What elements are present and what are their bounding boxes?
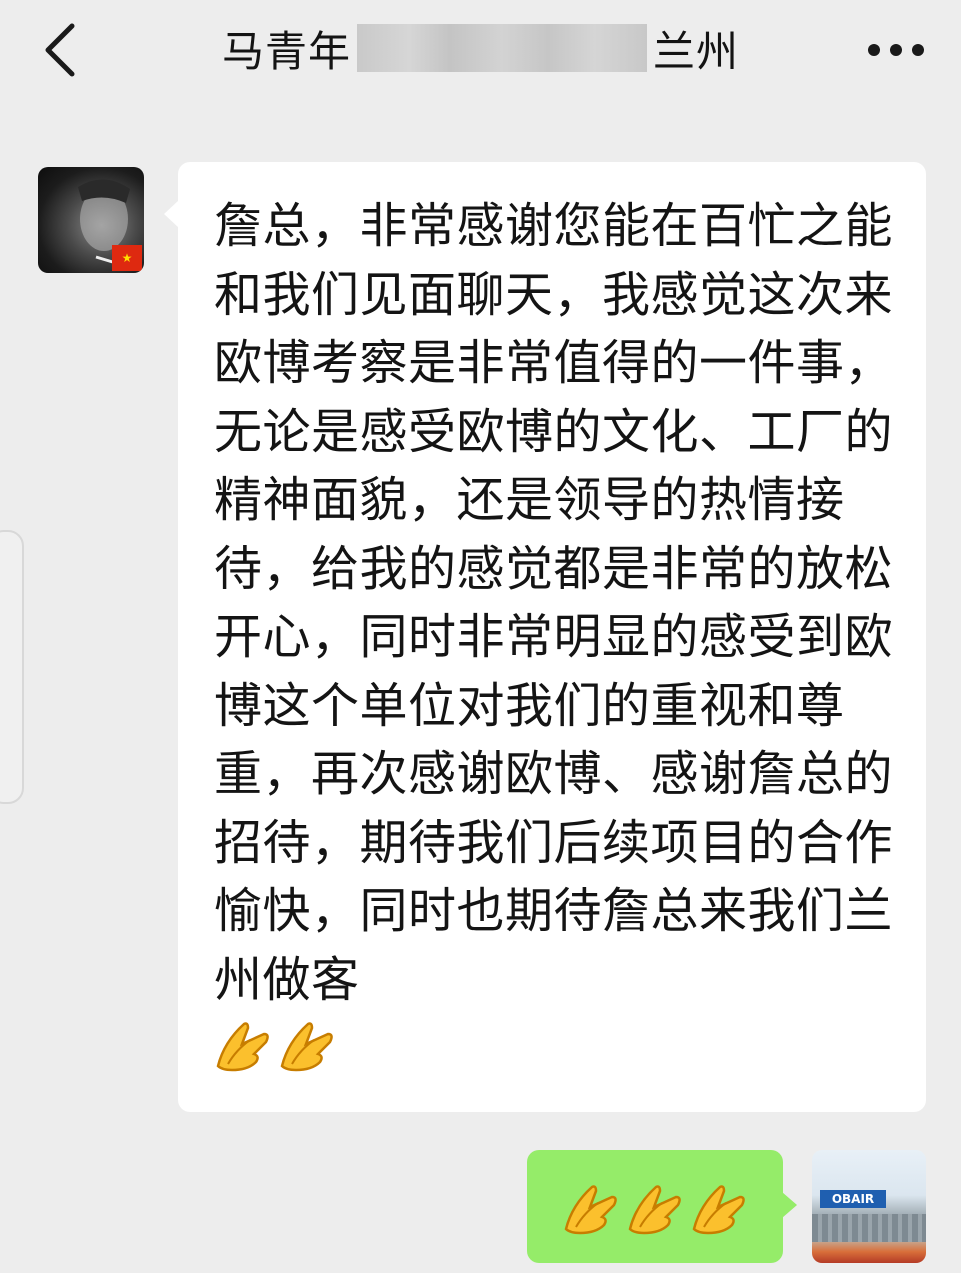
contact-name-right: 兰州	[653, 26, 740, 76]
chat-header: 马青年 兰州	[0, 0, 961, 110]
building-image	[812, 1214, 926, 1242]
side-drawer-handle[interactable]	[0, 530, 24, 804]
chat-title: 马青年 兰州	[0, 0, 961, 96]
palms-together-icon	[280, 1022, 333, 1072]
palms-together-icon	[216, 1022, 269, 1072]
redacted-name-block	[357, 24, 647, 72]
incoming-emoji-row	[214, 1016, 906, 1072]
self-avatar[interactable]: OBAIR	[812, 1150, 926, 1263]
outgoing-emoji-row	[562, 1179, 748, 1235]
incoming-message-bubble[interactable]: 詹总，非常感谢您能在百忙之能和我们见面聊天，我感觉这次来欧博考察是非常值得的一件…	[164, 162, 926, 1112]
palms-together-icon	[628, 1184, 681, 1234]
contact-name-left: 马青年	[221, 26, 351, 76]
more-dots-icon	[868, 44, 924, 56]
flag-icon: ★	[112, 245, 142, 271]
message-text: 詹总，非常感谢您能在百忙之能和我们见面聊天，我感觉这次来欧博考察是非常值得的一件…	[214, 198, 894, 1008]
company-logo-icon: OBAIR	[820, 1190, 886, 1208]
more-button[interactable]	[861, 20, 931, 80]
outgoing-message-bubble[interactable]	[527, 1150, 797, 1263]
palms-together-icon	[564, 1184, 617, 1234]
contact-avatar[interactable]: ★	[38, 167, 144, 273]
palms-together-icon	[692, 1184, 745, 1234]
